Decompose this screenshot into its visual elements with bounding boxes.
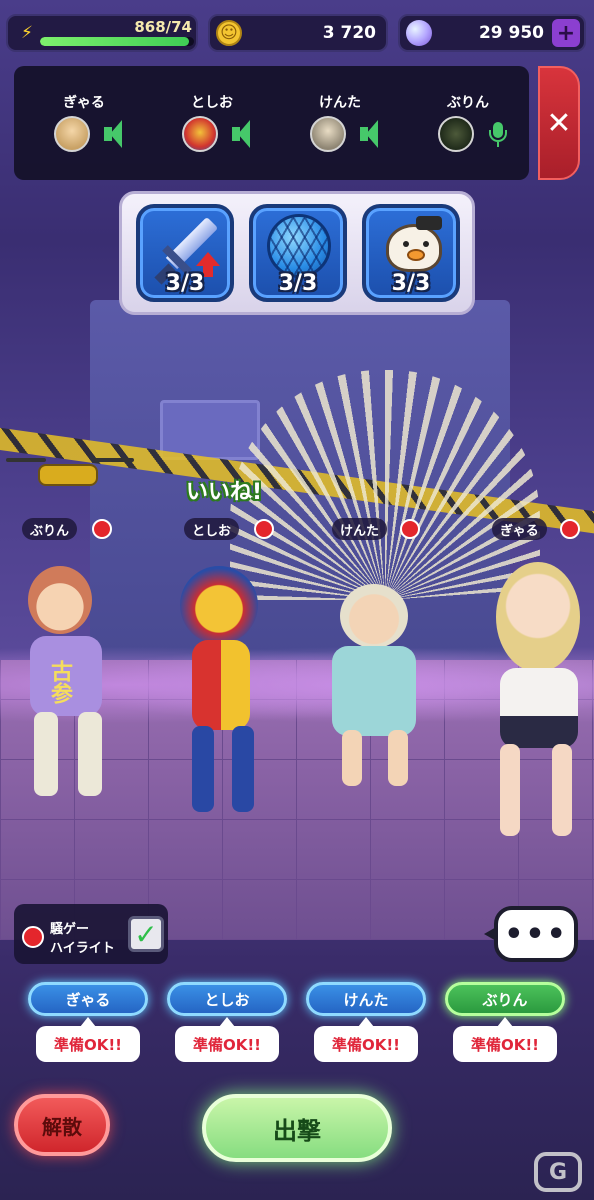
ready-status: 準備OK!! — [36, 1017, 140, 1062]
ready-status: 準備OK!! — [314, 1017, 418, 1062]
item-count: 3/3 — [278, 271, 318, 296]
character-tag: としお — [184, 518, 240, 540]
watermark-logo: G — [534, 1152, 582, 1192]
ready-player-name: けんた — [306, 982, 426, 1016]
energy-counter: ⚡ 868/74 — [6, 14, 198, 52]
avatar[interactable] — [54, 116, 90, 152]
disband-button[interactable]: 解散 — [14, 1094, 110, 1156]
energy-value: 868/74 — [134, 18, 192, 36]
items-panel: 3/3 3/3 3/3 — [119, 191, 475, 315]
ready-status: 準備OK!! — [453, 1017, 557, 1062]
item-count: 3/3 — [165, 271, 205, 296]
status-dot — [92, 519, 112, 539]
party-member-4: ぶりん — [418, 66, 528, 180]
highlight-label-line1: 騒ゲー — [50, 922, 90, 937]
drone — [6, 454, 136, 494]
energy-bar — [40, 37, 194, 46]
party-member-name: ぶりん — [447, 95, 489, 111]
character-tag-name: ぎゃる — [500, 523, 539, 539]
sortie-button[interactable]: 出撃 — [202, 1094, 392, 1162]
party-voice-panel: ぎゃる としお けんた ぶりん — [14, 66, 529, 180]
add-gems-button[interactable]: + — [552, 19, 580, 47]
ready-status: 準備OK!! — [175, 1017, 279, 1062]
highlight-toggle[interactable]: 騒ゲー ハイライト ✓ — [14, 904, 168, 964]
party-member-3: けんた — [290, 66, 400, 180]
character-tag: けんた — [332, 518, 388, 540]
coin-icon: ☺ — [216, 20, 242, 46]
party-member-name: ぎゃる — [63, 95, 105, 111]
wall-door — [160, 400, 260, 460]
close-panel-button[interactable]: ✕ — [538, 66, 580, 180]
avatar[interactable] — [182, 116, 218, 152]
speaker-icon[interactable] — [102, 120, 126, 148]
ellipsis-icon: ••• — [504, 916, 568, 952]
status-dot — [254, 519, 274, 539]
item-duck[interactable]: 3/3 — [362, 204, 460, 302]
energy-bar-fill — [40, 37, 190, 46]
ready-player-name: としお — [167, 982, 287, 1016]
item-sword-boost[interactable]: 3/3 — [136, 204, 234, 302]
character-tag: ぎゃる — [492, 518, 547, 540]
close-icon: ✕ — [546, 105, 572, 141]
party-member-name: としお — [191, 95, 233, 111]
reaction-like-label: いいね! — [186, 480, 263, 505]
highlight-label-line2: ハイライト — [50, 941, 115, 956]
avatar[interactable] — [310, 116, 346, 152]
item-blue-ball[interactable]: 3/3 — [249, 204, 347, 302]
gem-value: 29 950 — [478, 23, 544, 43]
character-tag-name: ぶりん — [30, 523, 70, 539]
shirt-text: 古参 — [47, 660, 72, 704]
party-member-name: けんた — [319, 95, 361, 111]
ready-player-name: ぶりん — [445, 982, 565, 1016]
speaker-icon[interactable] — [358, 120, 382, 148]
gem-icon — [406, 20, 432, 46]
status-dot — [560, 519, 580, 539]
highlight-checkbox[interactable]: ✓ — [128, 916, 164, 952]
avatar[interactable] — [438, 116, 474, 152]
gem-counter: 29 950 + — [398, 14, 586, 52]
microphone-icon[interactable] — [486, 120, 510, 148]
status-dot — [400, 519, 420, 539]
character-tag-name: けんた — [340, 523, 380, 539]
party-member-1: ぎゃる — [34, 66, 144, 180]
ready-player-name: ぎゃる — [28, 982, 148, 1016]
record-dot-icon — [22, 926, 44, 948]
blue-ball-icon — [267, 214, 331, 278]
character-tag: ぶりん — [22, 518, 78, 540]
coin-value: 3 720 — [322, 23, 376, 43]
lightning-icon: ⚡ — [21, 23, 33, 43]
character-tag-name: としお — [192, 523, 232, 539]
coin-counter: ☺ 3 720 — [208, 14, 388, 52]
item-count: 3/3 — [391, 271, 431, 296]
party-member-2: としお — [162, 66, 272, 180]
chat-button[interactable]: ••• — [494, 906, 578, 962]
speaker-icon[interactable] — [230, 120, 254, 148]
